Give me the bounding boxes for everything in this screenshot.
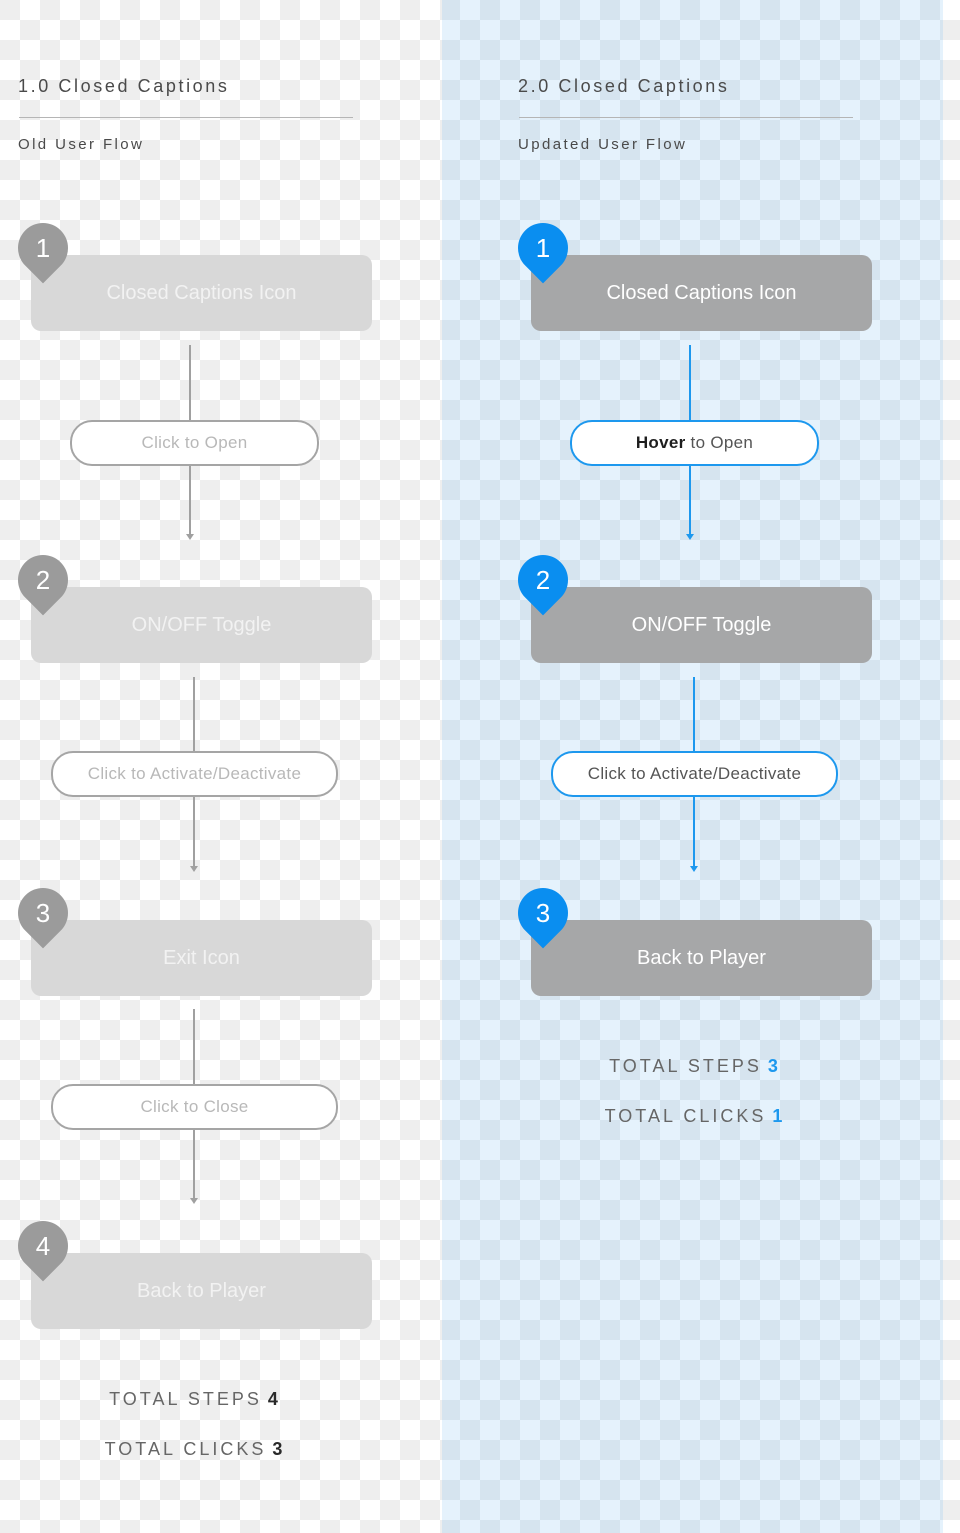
total-steps: TOTAL STEPS 4 <box>0 1389 390 1410</box>
flow-step-box: Exit Icon <box>31 920 372 996</box>
divider <box>519 117 853 118</box>
updated-user-flow: 2.0 Closed Captions Updated User Flow Cl… <box>500 0 940 1533</box>
step-label: Exit Icon <box>163 946 240 969</box>
flow-step-box: ON/OFF Toggle <box>31 587 372 663</box>
action-label: to Open <box>690 433 754 452</box>
action-label: Click to Activate/Deactivate <box>87 764 302 783</box>
arrow-down-icon <box>686 534 694 540</box>
total-clicks-value: 3 <box>272 1439 286 1459</box>
arrow-down-icon <box>186 534 194 540</box>
step-number: 1 <box>535 232 551 263</box>
step-label: ON/OFF Toggle <box>131 613 272 636</box>
section-subtitle: Old User Flow <box>18 136 145 153</box>
flow-step-box: ON/OFF Toggle <box>531 587 872 663</box>
flow-step-box: Back to Player <box>31 1253 372 1329</box>
arrow-down-icon <box>690 866 698 872</box>
flow-step-box: Closed Captions Icon <box>31 255 372 331</box>
action-pill: Hover to Open <box>570 420 819 466</box>
step-number: 3 <box>35 897 51 928</box>
action-pill: Click to Open <box>70 420 319 466</box>
old-user-flow: 1.0 Closed Captions Old User Flow Closed… <box>0 0 440 1533</box>
step-number: 2 <box>35 564 51 595</box>
action-label: Click to Close <box>140 1097 249 1116</box>
flow-step-box: Closed Captions Icon <box>531 255 872 331</box>
section-title: 1.0 Closed Captions <box>18 76 230 96</box>
arrow-down-icon <box>190 866 198 872</box>
action-pill: Click to Activate/Deactivate <box>51 751 338 797</box>
step-label: Closed Captions Icon <box>606 281 797 304</box>
total-clicks: TOTAL CLICKS 3 <box>0 1439 390 1460</box>
step-label: ON/OFF Toggle <box>631 613 772 636</box>
action-pill: Click to Close <box>51 1084 338 1130</box>
action-pill: Click to Activate/Deactivate <box>551 751 838 797</box>
divider <box>19 117 353 118</box>
action-label: Click to Open <box>141 433 248 452</box>
step-label: Closed Captions Icon <box>106 281 297 304</box>
action-label: Click to Activate/Deactivate <box>587 764 802 783</box>
total-clicks: TOTAL CLICKS 1 <box>500 1106 890 1127</box>
total-clicks-label: TOTAL CLICKS <box>604 1106 767 1126</box>
total-steps-value: 3 <box>767 1056 781 1076</box>
total-steps-label: TOTAL STEPS <box>109 1389 262 1409</box>
section-title: 2.0 Closed Captions <box>518 76 730 96</box>
section-subtitle: Updated User Flow <box>518 136 688 153</box>
total-clicks-label: TOTAL CLICKS <box>104 1439 267 1459</box>
total-steps-label: TOTAL STEPS <box>609 1056 762 1076</box>
step-label: Back to Player <box>137 1279 266 1302</box>
step-label: Back to Player <box>637 946 766 969</box>
arrow-down-icon <box>190 1198 198 1204</box>
total-steps-value: 4 <box>267 1389 281 1409</box>
step-number: 2 <box>535 564 551 595</box>
step-number: 3 <box>535 897 551 928</box>
total-steps: TOTAL STEPS 3 <box>500 1056 890 1077</box>
step-number: 1 <box>35 232 51 263</box>
flow-step-box: Back to Player <box>531 920 872 996</box>
total-clicks-value: 1 <box>772 1106 786 1126</box>
step-number: 4 <box>35 1230 51 1261</box>
action-emphasis: Hover <box>635 433 686 452</box>
